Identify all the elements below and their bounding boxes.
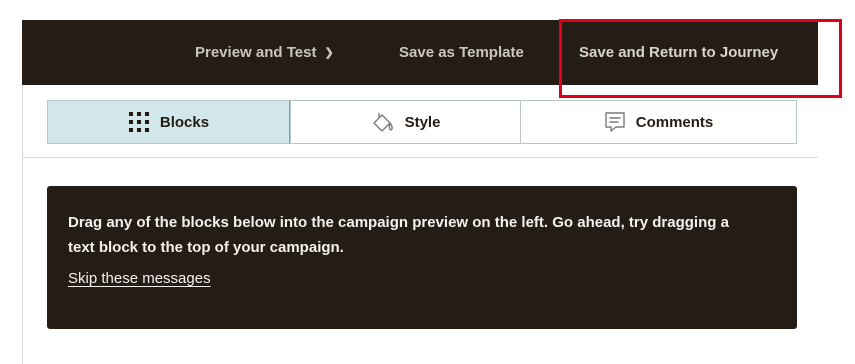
tab-style-label: Style — [404, 113, 441, 131]
tab-blocks[interactable]: Blocks — [48, 101, 290, 143]
tab-comments-label: Comments — [635, 113, 714, 131]
editor-tabs: Blocks Style Comments — [47, 100, 797, 144]
save-and-return-button[interactable]: Save and Return to Journey — [579, 20, 778, 85]
blocks-help-message: Drag any of the blocks below into the ca… — [47, 186, 797, 329]
editor-left-border — [22, 85, 23, 364]
tab-comments[interactable]: Comments — [520, 101, 796, 143]
tab-style[interactable]: Style — [290, 101, 520, 143]
paint-bucket-icon — [371, 111, 395, 133]
chevron-down-icon: ❯ — [324, 47, 334, 59]
comment-icon — [604, 111, 626, 133]
skip-messages-link[interactable]: Skip these messages — [68, 270, 211, 287]
save-as-template-label: Save as Template — [399, 44, 524, 61]
tabs-divider — [22, 157, 818, 158]
grid-icon — [128, 111, 150, 133]
save-as-template-button[interactable]: Save as Template — [399, 20, 524, 85]
editor-header-bar: Preview and Test ❯ Save as Template Save … — [22, 20, 818, 85]
save-and-return-label: Save and Return to Journey — [579, 44, 779, 61]
help-message-text: Drag any of the blocks below into the ca… — [68, 214, 729, 256]
tab-blocks-label: Blocks — [159, 113, 210, 131]
preview-and-test-button[interactable]: Preview and Test ❯ — [195, 20, 334, 85]
preview-and-test-label: Preview and Test — [195, 44, 317, 61]
